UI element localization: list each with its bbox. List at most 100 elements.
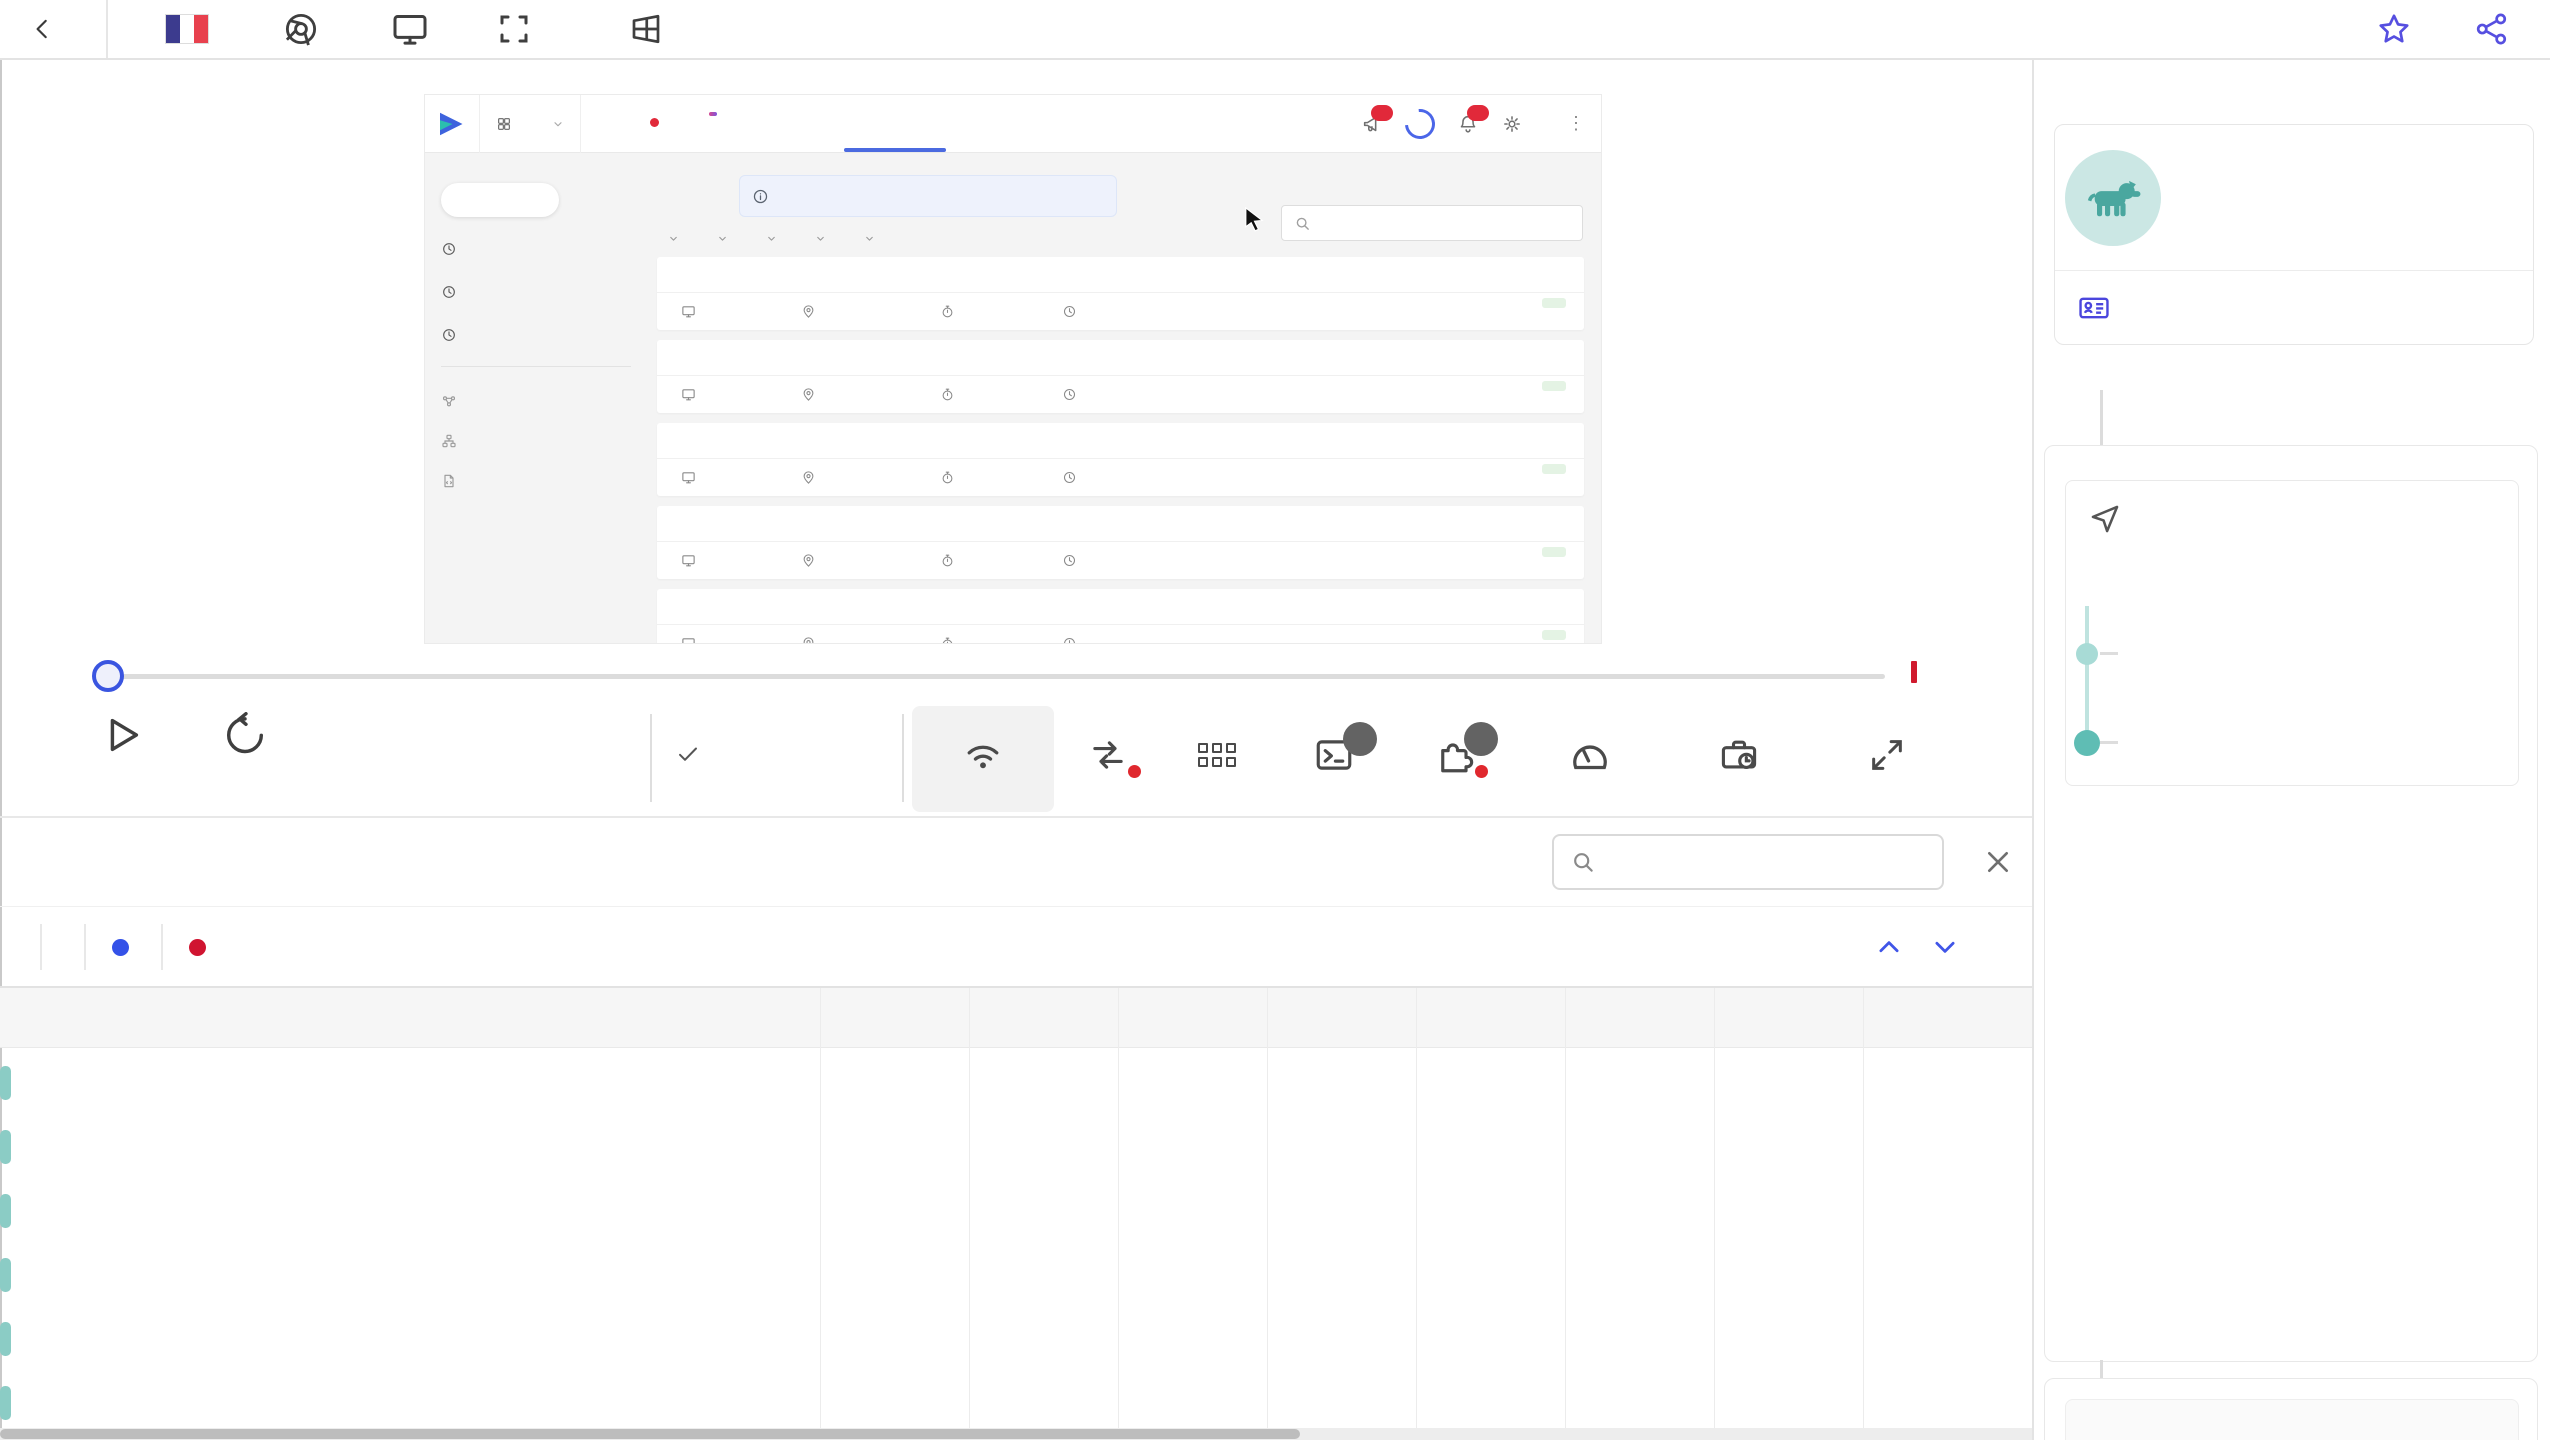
network-request-row[interactable]: [0, 1176, 2032, 1240]
filter-by-name-input[interactable]: [1610, 846, 1914, 878]
create-test-button[interactable]: [441, 183, 559, 217]
run-duration: [940, 376, 963, 412]
project-selector[interactable]: [479, 95, 581, 153]
fetch-icon: [1087, 734, 1129, 776]
sidebar-item[interactable]: [441, 313, 657, 356]
run-row[interactable]: [657, 589, 1584, 643]
network-tab[interactable]: [244, 818, 252, 906]
network-request-row[interactable]: [0, 1240, 2032, 1304]
network-tab[interactable]: [376, 818, 384, 906]
network-table-header: [0, 988, 2032, 1048]
session-info-sidebar: [2032, 60, 2550, 1440]
skip-inactivity-toggle[interactable]: [676, 742, 720, 766]
run-device: [681, 542, 704, 578]
network-request-row[interactable]: [0, 1368, 2032, 1432]
visited-header: [2066, 497, 2518, 541]
horizontal-scrollbar[interactable]: [0, 1428, 2032, 1440]
back-10s-button[interactable]: [200, 712, 290, 764]
filter-dropdown[interactable]: [803, 230, 826, 248]
console-panel-button[interactable]: [1272, 706, 1396, 812]
run-row[interactable]: [657, 257, 1584, 330]
visited-event-card[interactable]: [2065, 480, 2519, 786]
player-controls: [0, 704, 2032, 816]
monitor-icon: [681, 304, 696, 319]
close-panel-icon[interactable]: [1982, 846, 2014, 878]
events-panel-button[interactable]: [1396, 706, 1514, 812]
chevron-left-icon: [30, 16, 56, 42]
fetch-panel-button[interactable]: [1054, 706, 1162, 812]
briefcase-clock-icon: [1717, 733, 1761, 777]
clock-icon: [1062, 387, 1077, 402]
frame-icon: [496, 11, 532, 47]
run-row[interactable]: [657, 340, 1584, 413]
announcements-button[interactable]: [1361, 104, 1393, 135]
divider: [84, 923, 86, 970]
gauge-icon: [1568, 733, 1612, 777]
load-stat: [189, 933, 218, 961]
events-group-card: [2044, 445, 2538, 1362]
status-badge: [1542, 630, 1566, 640]
network-request-row[interactable]: [0, 1112, 2032, 1176]
favorite-star-icon[interactable]: [2376, 11, 2412, 47]
long-tasks-panel-button[interactable]: [1666, 706, 1812, 812]
filter-dropdown[interactable]: [656, 230, 679, 248]
state-grid-icon: [1198, 743, 1236, 767]
jump-up-icon[interactable]: [1874, 932, 1904, 962]
network-panel-button[interactable]: [912, 706, 1054, 812]
gear-icon[interactable]: [1501, 113, 1523, 135]
sidebar-item-templates[interactable]: [441, 461, 657, 501]
network-tab[interactable]: [310, 818, 318, 906]
jump-down-icon[interactable]: [1930, 932, 1960, 962]
metadata-button[interactable]: [2055, 271, 2533, 344]
sidebar-item[interactable]: [441, 270, 657, 313]
run-row[interactable]: [657, 423, 1584, 496]
sidebar-item-icon: [441, 284, 457, 300]
run-device: [681, 293, 704, 329]
fmp-dot: [2076, 643, 2098, 665]
chrome-icon: [282, 10, 320, 48]
more-menu-icon[interactable]: ⋮: [1567, 113, 1585, 134]
share-icon[interactable]: [2474, 11, 2510, 47]
filter-dropdown[interactable]: [852, 230, 875, 248]
search-icon: [1570, 849, 1596, 875]
run-device: [681, 625, 704, 643]
back-button[interactable]: [30, 16, 72, 42]
state-panel-button[interactable]: [1162, 706, 1272, 812]
performance-panel-button[interactable]: [1514, 706, 1666, 812]
timeline-scrubber[interactable]: [92, 660, 124, 692]
full-screen-button[interactable]: [1812, 706, 1962, 812]
run-time-ago: [1062, 625, 1085, 643]
play-button[interactable]: [82, 712, 162, 764]
timeline-track[interactable]: [92, 648, 1885, 704]
app-search-input[interactable]: [1281, 205, 1583, 241]
stopwatch-icon: [940, 304, 955, 319]
sidebar-divider: [441, 366, 631, 367]
scrollbar-thumb[interactable]: [0, 1429, 1300, 1439]
animal-avatar-icon: [2081, 166, 2145, 230]
run-row[interactable]: [657, 506, 1584, 579]
os-info: [628, 11, 678, 47]
sidebar-item-environments[interactable]: [441, 421, 657, 461]
network-tab[interactable]: [442, 818, 450, 906]
network-tab[interactable]: [112, 818, 120, 906]
run-duration: [940, 625, 963, 643]
events-count-badge: [1464, 722, 1498, 756]
announcements-badge: [1371, 104, 1393, 121]
clock-icon: [1062, 470, 1077, 485]
network-tab[interactable]: [46, 818, 54, 906]
search-icon: [1294, 215, 1311, 232]
metrics-connector-line: [2085, 606, 2089, 743]
network-request-row[interactable]: [0, 1048, 2032, 1112]
filter-dropdown[interactable]: [754, 230, 777, 248]
notifications-button[interactable]: [1457, 104, 1489, 135]
network-tab[interactable]: [178, 818, 186, 906]
user-profile-card: [2054, 124, 2534, 345]
sidebar-item-variables[interactable]: [441, 381, 657, 421]
next-events-group-card: [2044, 1378, 2538, 1440]
first-meaningful-paint-metric: [2130, 634, 2498, 674]
status-badge: [1542, 381, 1566, 391]
network-request-row[interactable]: [0, 1304, 2032, 1368]
run-time-ago: [1062, 293, 1085, 329]
filter-dropdown[interactable]: [705, 230, 728, 248]
sidebar-item[interactable]: [441, 227, 657, 270]
